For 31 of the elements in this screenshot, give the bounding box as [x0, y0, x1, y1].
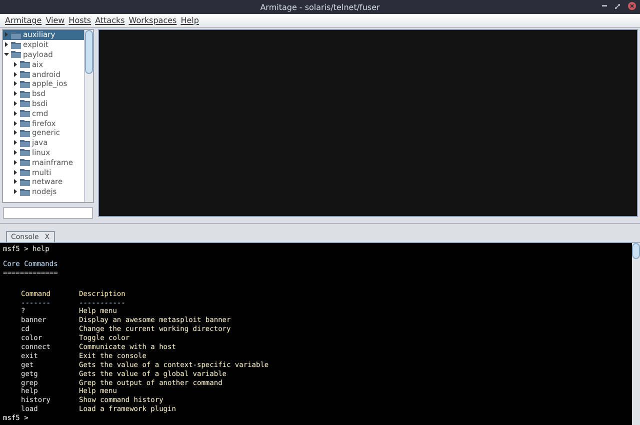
folder-icon — [11, 30, 21, 39]
folder-icon — [11, 50, 21, 58]
menu-item[interactable]: View — [46, 16, 65, 25]
expanded-arrow-icon[interactable] — [4, 52, 9, 57]
folder-icon — [20, 188, 30, 196]
folder-icon — [11, 40, 21, 49]
scrollbar[interactable] — [84, 30, 93, 202]
menu-item[interactable]: Help — [180, 16, 199, 25]
menu-item[interactable]: Workspaces — [128, 16, 177, 25]
folder-icon — [20, 109, 30, 118]
console-scrollbar[interactable] — [632, 243, 640, 425]
folder-icon — [20, 128, 30, 137]
folder-icon — [20, 148, 30, 156]
menu-item[interactable]: Armitage — [5, 16, 42, 25]
folder-icon — [20, 60, 30, 68]
folder-icon — [20, 90, 30, 98]
minimize-icon[interactable] — [602, 5, 607, 7]
menu-item[interactable]: Attacks — [95, 16, 125, 25]
close-icon[interactable] — [628, 2, 636, 10]
menu-item[interactable]: Hosts — [68, 16, 92, 25]
folder-icon — [20, 158, 30, 166]
search-field[interactable] — [3, 207, 93, 219]
folder-icon — [20, 80, 30, 88]
maximize-icon[interactable] — [615, 4, 620, 8]
folder-icon — [20, 138, 30, 147]
window-title: Armitage - solaris/telnet/fuser — [260, 2, 380, 12]
folder-icon — [20, 70, 30, 78]
folder-icon — [20, 168, 30, 176]
folder-icon — [20, 99, 30, 108]
folder-icon — [20, 119, 30, 128]
folder-icon — [20, 178, 30, 186]
